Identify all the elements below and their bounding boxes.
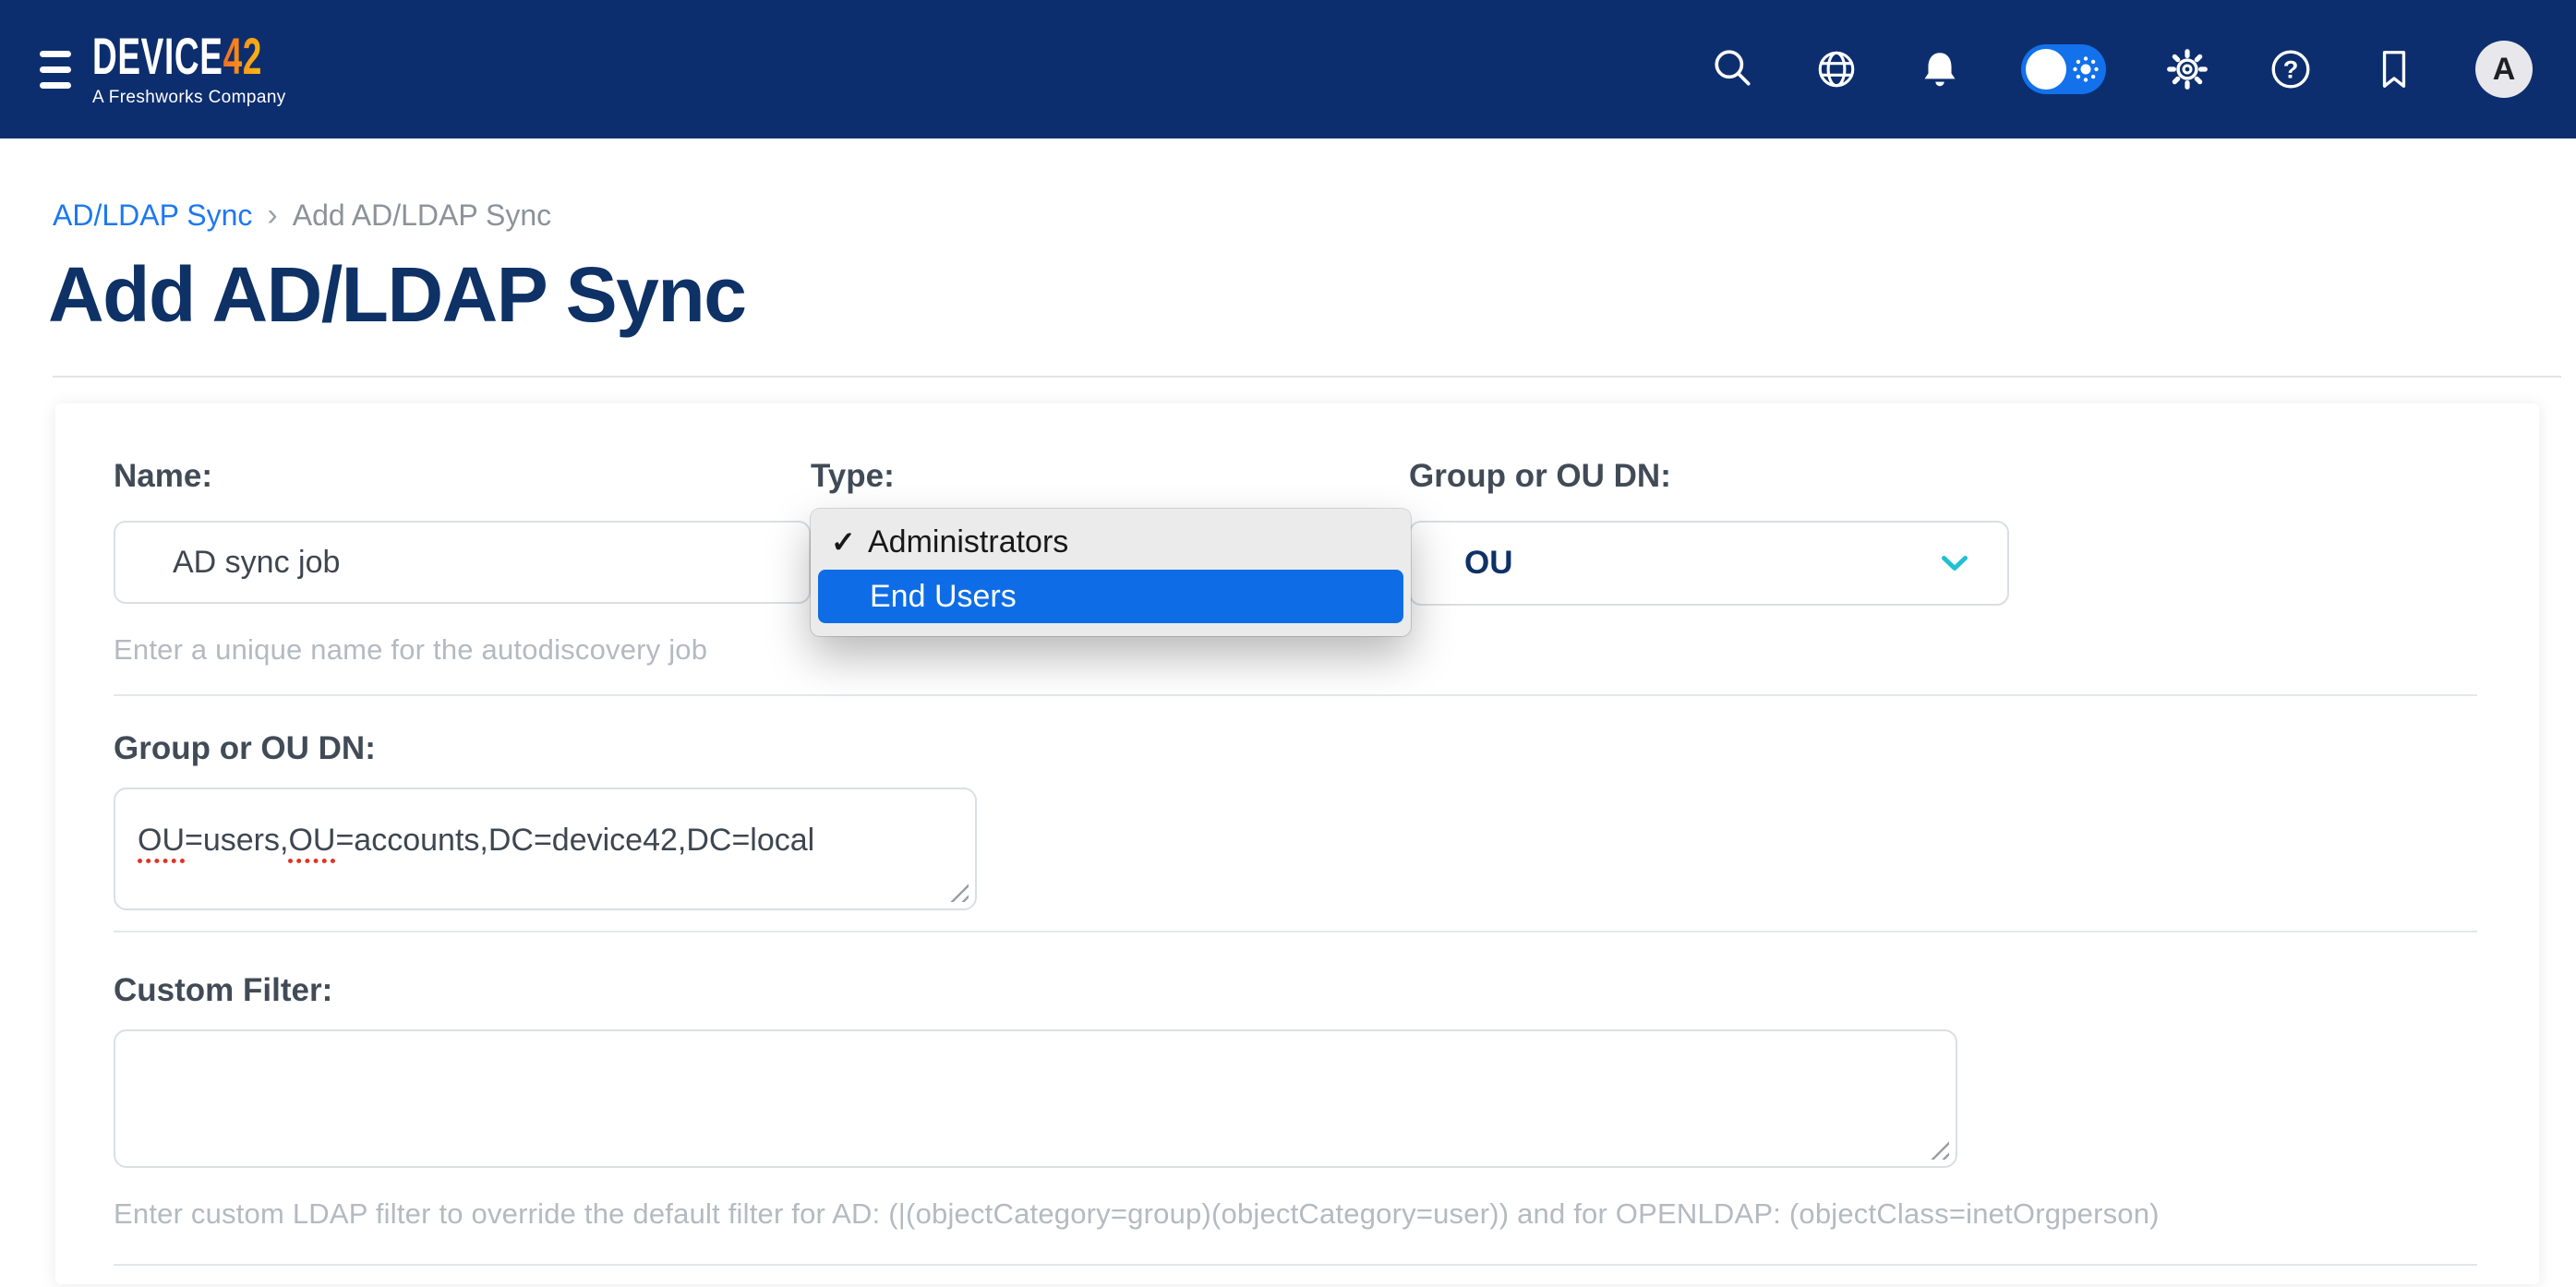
header-divider <box>53 376 2561 378</box>
breadcrumb-link-adldap-sync[interactable]: AD/LDAP Sync <box>53 198 252 233</box>
search-icon[interactable] <box>1711 47 1755 91</box>
custom-filter-helper-text: Enter custom LDAP filter to override the… <box>114 1197 2481 1231</box>
breadcrumb-separator: › <box>267 198 277 234</box>
group-ou-dn-textarea[interactable]: OU=users,OU=accounts,DC=device42,DC=loca… <box>114 788 977 910</box>
group-ou-select-label: Group or OU DN: <box>1409 457 2009 495</box>
top-navbar: DEVICE42 A Freshworks Company <box>0 0 2576 138</box>
avatar-letter: A <box>2493 52 2516 88</box>
custom-filter-label: Custom Filter: <box>114 971 2481 1009</box>
section-divider <box>114 694 2477 696</box>
logo-accent: 42 <box>223 27 262 85</box>
checkmark-icon: ✓ <box>831 524 855 559</box>
type-option-administrators[interactable]: ✓ Administrators <box>818 518 1403 566</box>
group-ou-select-value: OU <box>1464 545 1513 582</box>
section-divider <box>114 1264 2477 1266</box>
theme-toggle[interactable] <box>2021 44 2106 94</box>
type-dropdown-menu: ✓ Administrators End Users <box>811 509 1411 636</box>
help-icon[interactable]: ? <box>2269 47 2313 91</box>
question-mark-glyph: ? <box>2283 54 2299 83</box>
logo-tagline: A Freshworks Company <box>92 88 350 108</box>
group-ou-dn-label: Group or OU DN: <box>114 729 2481 767</box>
type-option-end-users[interactable]: End Users <box>818 570 1403 623</box>
navbar-actions: ? A <box>1711 41 2533 98</box>
name-field-group: Name: Enter a unique name for the autodi… <box>114 457 811 667</box>
group-ou-dn-field-group: Group or OU DN: OU=users,OU=accounts,DC=… <box>114 729 2481 910</box>
settings-gear-icon[interactable] <box>2165 47 2209 91</box>
toggle-knob <box>2026 49 2066 90</box>
misspelled-text: OU <box>138 823 185 858</box>
name-label: Name: <box>114 457 811 495</box>
name-helper-text: Enter a unique name for the autodiscover… <box>114 633 811 667</box>
hamburger-menu-button[interactable] <box>40 51 71 89</box>
sun-icon <box>2073 56 2099 82</box>
breadcrumb: AD/LDAP Sync › Add AD/LDAP Sync <box>53 198 2576 234</box>
custom-filter-field-group: Custom Filter: Enter custom LDAP filter … <box>114 971 2481 1231</box>
type-option-label: Administrators <box>868 524 1068 560</box>
form-card: Name: Enter a unique name for the autodi… <box>55 403 2539 1284</box>
page-title: Add AD/LDAP Sync <box>48 254 2576 335</box>
resize-handle[interactable] <box>948 882 969 902</box>
logo-wordmark: DEVICE42 <box>92 30 262 82</box>
type-option-label: End Users <box>870 579 1017 615</box>
group-ou-select-group: Group or OU DN: OU <box>1409 457 2009 667</box>
logo-primary: DEVICE <box>92 27 223 85</box>
custom-filter-textarea[interactable] <box>114 1029 1957 1168</box>
type-label: Type: <box>811 457 1409 495</box>
breadcrumb-current: Add AD/LDAP Sync <box>293 198 551 233</box>
bookmark-icon[interactable] <box>2372 47 2416 91</box>
form-row-1: Name: Enter a unique name for the autodi… <box>114 457 2481 667</box>
group-ou-select[interactable]: OU <box>1409 521 2009 606</box>
user-avatar[interactable]: A <box>2475 41 2533 98</box>
section-divider <box>114 931 2477 932</box>
hamburger-bar <box>40 82 71 89</box>
type-field-group: Type: ✓ Administrators End Users <box>811 457 1409 667</box>
globe-icon[interactable] <box>1814 47 1859 91</box>
notifications-bell-icon[interactable] <box>1918 47 1962 91</box>
name-input[interactable] <box>114 521 811 604</box>
hamburger-bar <box>40 51 71 57</box>
textarea-text: =accounts,DC=device42,DC=local <box>335 823 814 858</box>
chevron-down-icon <box>1941 555 1968 572</box>
device42-logo[interactable]: DEVICE42 A Freshworks Company <box>92 30 350 108</box>
misspelled-text: OU <box>288 823 335 858</box>
textarea-text: =users, <box>185 823 288 858</box>
resize-handle[interactable] <box>1929 1139 1949 1160</box>
page-body: AD/LDAP Sync › Add AD/LDAP Sync Add AD/L… <box>0 198 2576 1284</box>
hamburger-bar <box>40 66 71 73</box>
